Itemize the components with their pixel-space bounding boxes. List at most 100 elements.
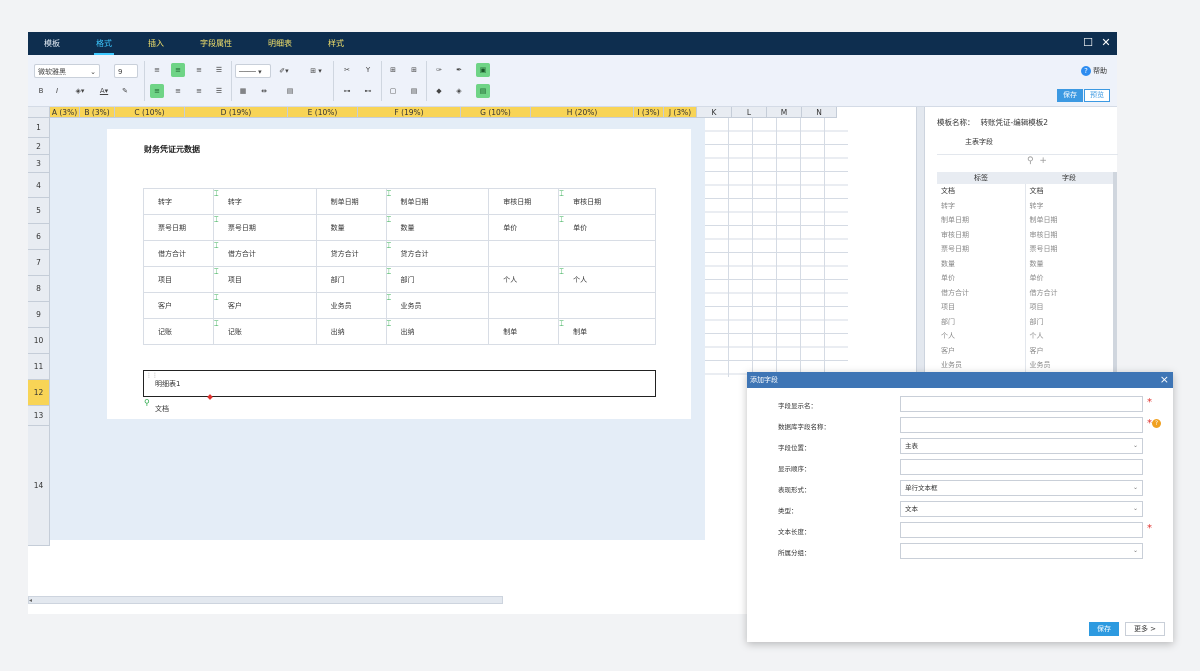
cut-icon[interactable]: ✂ [340, 63, 354, 77]
add-icon[interactable]: + [1039, 156, 1047, 166]
field-insert-icon[interactable]: ⌶ [214, 268, 222, 277]
field-label-cell[interactable]: 个人 [488, 266, 560, 293]
merge-icon[interactable]: ⇹ [257, 84, 271, 98]
dialog-more-button[interactable]: 更多 > [1125, 622, 1165, 636]
field-label-cell[interactable]: 部门 [315, 266, 387, 293]
col-header[interactable]: B (3%) [80, 107, 115, 118]
maximize-icon[interactable]: ☐ [1081, 36, 1095, 50]
align-top-icon[interactable]: ≡ [150, 63, 164, 77]
field-value-cell[interactable]: ⌶ 出纳 [385, 318, 490, 345]
list-item[interactable]: 个人 个人 [937, 329, 1113, 344]
col-header[interactable]: F (19%) [358, 107, 461, 118]
row-header[interactable]: 13 [28, 406, 50, 426]
field-label-cell[interactable]: 票号日期 [143, 214, 214, 241]
field-label-cell[interactable]: 客户 [143, 292, 214, 319]
field-insert-icon[interactable]: ⌶ [214, 320, 222, 329]
field-value-cell[interactable] [558, 240, 656, 267]
filter-icon[interactable]: Y [361, 63, 375, 77]
col-header[interactable]: I (3%) [634, 107, 664, 118]
format-painter-icon[interactable]: ✎ [118, 84, 132, 98]
field-label-cell[interactable]: 转字 [143, 188, 214, 215]
font-size-select[interactable]: 9 [114, 64, 138, 78]
eraser-icon[interactable]: ◆ [432, 84, 446, 98]
field-insert-icon[interactable]: ⌶ [387, 242, 395, 251]
form-select[interactable]: ⌄ [900, 543, 1143, 559]
field-value-cell[interactable]: ⌶ 业务员 [385, 292, 490, 319]
row-header[interactable]: 12 [28, 380, 50, 406]
style-brush-icon[interactable]: ✒ [452, 63, 466, 77]
field-label-cell[interactable]: 单价 [488, 214, 560, 241]
form-input[interactable] [900, 522, 1143, 538]
pen-color-icon[interactable]: ✐▾ [275, 64, 293, 78]
field-label-cell[interactable]: 业务员 [315, 292, 387, 319]
sidebar-toggle-icon[interactable]: ▤ [476, 84, 490, 98]
field-insert-icon[interactable]: ⌶ [387, 294, 395, 303]
list-item[interactable]: 数量 数量 [937, 256, 1113, 271]
col-header[interactable]: H (20%) [531, 107, 634, 118]
list-item[interactable]: 客户 客户 [937, 343, 1113, 358]
menu-template[interactable]: 模板 [44, 32, 60, 55]
field-value-cell[interactable]: ⌶ 制单 [558, 318, 656, 345]
close-icon[interactable]: × [1160, 372, 1169, 388]
col-header[interactable]: C (10%) [115, 107, 185, 118]
field-label-cell[interactable]: 审核日期 [488, 188, 560, 215]
col-header[interactable]: K [697, 107, 732, 118]
col-header[interactable]: N [802, 107, 837, 118]
field-insert-icon[interactable]: ⌶ [214, 294, 222, 303]
grid-icon[interactable]: ▤ [283, 84, 297, 98]
list-item[interactable]: 票号日期 票号日期 [937, 242, 1113, 257]
insert-col-icon[interactable]: ⊞ [386, 63, 400, 77]
search-icon[interactable]: ⚲ [144, 398, 150, 407]
form-select[interactable]: 文本 ⌄ [900, 501, 1143, 517]
field-value-cell[interactable]: ⌶ 单价 [558, 214, 656, 241]
select-all-corner[interactable] [28, 107, 50, 118]
list-item[interactable]: 借方合计 借方合计 [937, 285, 1113, 300]
field-label-cell[interactable]: 制单 [488, 318, 560, 345]
field-label-cell[interactable] [488, 240, 560, 267]
field-insert-icon[interactable]: ⌶ [214, 216, 222, 225]
col-header[interactable]: M [767, 107, 802, 118]
field-value-cell[interactable]: ⌶ 审核日期 [558, 188, 656, 215]
field-label-cell[interactable]: 项目 [143, 266, 214, 293]
link-icon[interactable]: ⊶ [340, 84, 354, 98]
list-item[interactable]: 项目 项目 [937, 300, 1113, 315]
align-left-icon[interactable]: ≡ [150, 84, 164, 98]
align-bottom-icon[interactable]: ≡ [192, 63, 206, 77]
form-select[interactable]: 单行文本框 ⌄ [900, 480, 1143, 496]
field-insert-icon[interactable]: ⌶ [214, 190, 222, 199]
field-label-cell[interactable]: 数量 [315, 214, 387, 241]
field-value-cell[interactable]: ⌶ 个人 [558, 266, 656, 293]
col-header[interactable]: L [732, 107, 767, 118]
form-input[interactable] [900, 459, 1143, 475]
bold-icon[interactable]: B [34, 84, 48, 98]
list-item[interactable]: 制单日期 制单日期 [937, 213, 1113, 228]
field-label-cell[interactable]: 贷方合计 [315, 240, 387, 267]
field-insert-icon[interactable]: ⌶ [387, 268, 395, 277]
field-label-cell[interactable]: 借方合计 [143, 240, 214, 267]
horizontal-scrollbar[interactable]: ◂ [28, 596, 503, 604]
frame-icon[interactable]: ▢ [386, 84, 400, 98]
menu-insert[interactable]: 插入 [148, 32, 164, 55]
row-header[interactable]: 14 [28, 426, 50, 546]
table-icon[interactable]: ▤ [407, 84, 421, 98]
close-icon[interactable]: ✕ [1099, 36, 1113, 50]
row-header[interactable]: 2 [28, 138, 50, 155]
col-header[interactable]: G (10%) [461, 107, 531, 118]
list-item[interactable]: 业务员 业务员 [937, 358, 1113, 373]
field-insert-icon[interactable]: ⌶ [387, 320, 395, 329]
save-button[interactable]: 保存 [1057, 89, 1083, 102]
list-item[interactable]: 审核日期 审核日期 [937, 227, 1113, 242]
align-middle-icon[interactable]: ≡ [171, 63, 185, 77]
font-color-icon[interactable]: A▾ [96, 84, 112, 98]
row-header[interactable]: 7 [28, 250, 50, 276]
row-header[interactable]: 6 [28, 224, 50, 250]
list-item[interactable]: 单价 单价 [937, 271, 1113, 286]
italic-icon[interactable]: I [50, 84, 64, 98]
field-insert-icon[interactable]: ⌶ [387, 216, 395, 225]
row-header[interactable]: 5 [28, 198, 50, 224]
field-value-cell[interactable]: ⌶ 贷方合计 [385, 240, 490, 267]
help-icon[interactable]: ? [1152, 419, 1161, 428]
row-header[interactable]: 1 [28, 118, 50, 138]
form-input[interactable] [900, 396, 1143, 412]
form-select[interactable]: 主表 ⌄ [900, 438, 1143, 454]
